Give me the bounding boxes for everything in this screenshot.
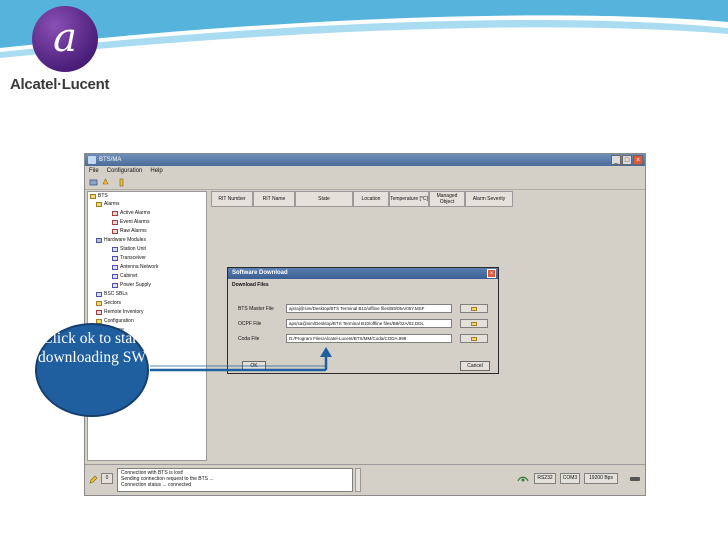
callout-text: Click ok to start downloading SW [37, 330, 147, 366]
callout-arrow [150, 347, 332, 372]
slide: a Alcatel·Lucent BTS/MA _ □ × File Confi… [0, 0, 728, 546]
instruction-callout: Click ok to start downloading SW [34, 322, 150, 418]
annotation-arrows [150, 347, 332, 372]
